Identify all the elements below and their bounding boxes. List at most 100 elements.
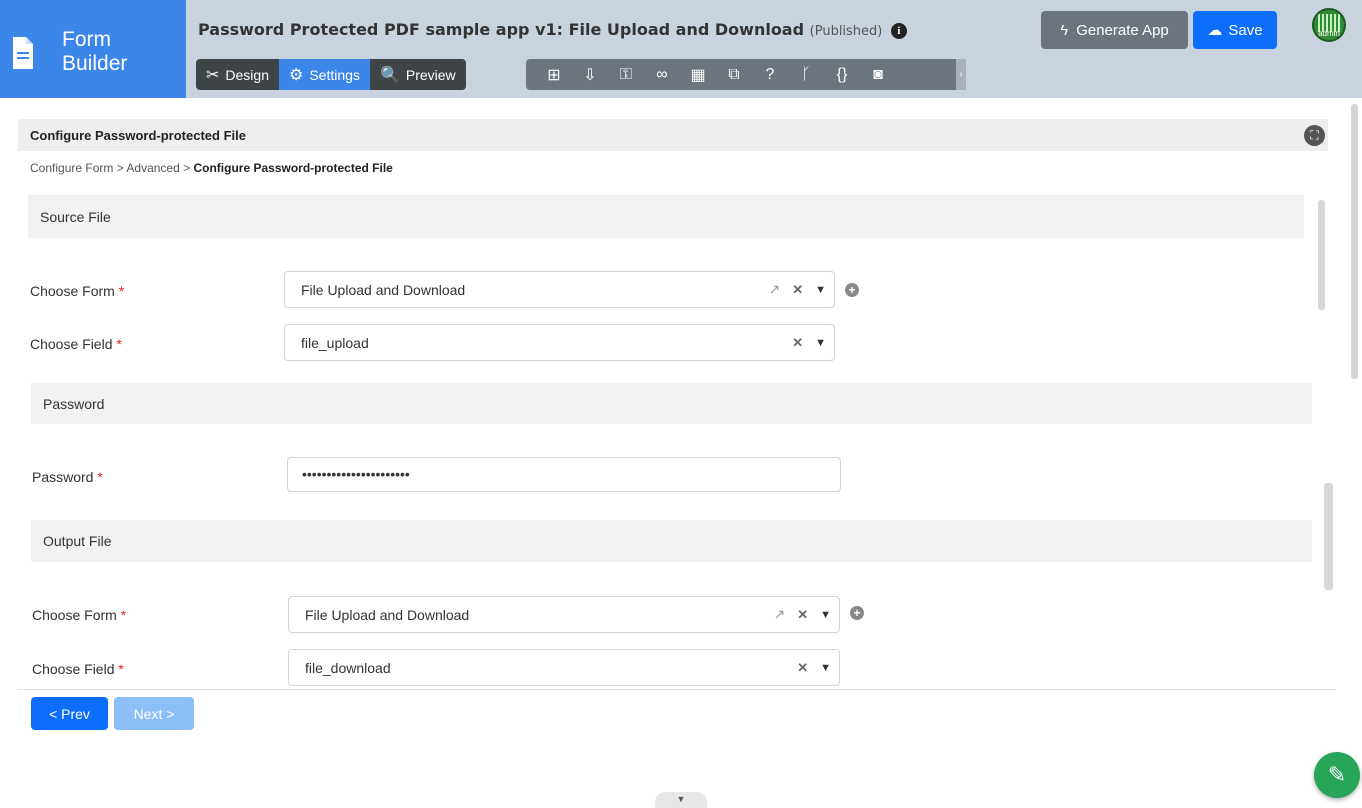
cloud-upload-icon: ☁ (1207, 22, 1223, 39)
breadcrumb-current: Configure Password-protected File (193, 161, 393, 175)
section-output-file: Output File (31, 520, 1312, 562)
add-form-icon[interactable]: + (850, 606, 864, 620)
output-form-select[interactable]: File Upload and Download ↗ ✕ ▼ (288, 596, 840, 633)
password-input[interactable]: •••••••••••••••••••••• (287, 457, 841, 492)
form-builder-logo[interactable]: Form Builder (0, 0, 186, 98)
publish-status: (Published) (809, 24, 883, 39)
output-form-label-text: Choose Form (32, 607, 117, 623)
generate-app-button[interactable]: ϟ Generate App (1041, 11, 1188, 49)
required-mark: * (118, 283, 125, 299)
table-icon[interactable]: ▦ (680, 65, 716, 85)
page-scrollbar[interactable] (1351, 104, 1358, 379)
toolbar-scroll-right[interactable]: › (956, 59, 966, 90)
help-icon[interactable]: ? (752, 66, 788, 84)
avatar-label: admin (1318, 29, 1340, 38)
clear-icon[interactable]: ✕ (792, 335, 803, 351)
source-field-select[interactable]: file_upload ✕ ▼ (284, 324, 835, 361)
section-password: Password (31, 383, 1312, 424)
output-field-value: file_download (305, 659, 391, 676)
expand-icon[interactable]: ⛶ (1304, 125, 1325, 146)
collapse-panel-tab[interactable]: ▼ (655, 792, 707, 808)
output-form-value: File Upload and Download (305, 606, 470, 623)
section-source-file-title: Source File (40, 208, 111, 225)
translate-icon[interactable]: ⧉ (716, 66, 752, 84)
app-title: Password Protected PDF sample app v1: Fi… (198, 20, 907, 39)
clear-icon[interactable]: ✕ (797, 660, 808, 676)
tab-settings-label: Settings (309, 66, 360, 83)
output-field-label: Choose Field * (32, 661, 124, 677)
save-button[interactable]: ☁ Save (1193, 11, 1277, 49)
output-field-label-text: Choose Field (32, 661, 115, 677)
add-form-icon[interactable]: + (845, 283, 859, 297)
source-form-value: File Upload and Download (301, 281, 466, 298)
tab-preview[interactable]: 🔍 Preview (369, 59, 466, 90)
prev-button[interactable]: < Prev (31, 697, 108, 730)
save-label: Save (1228, 21, 1263, 39)
preview-icon: 🔍 (379, 66, 400, 84)
app-header: Form Builder Password Protected PDF samp… (0, 0, 1362, 98)
settings-toolbar: ⊞ ⇩ ⚿ ∞ ▦ ⧉ ? ᚴ {} ◙ (526, 59, 956, 90)
source-field-value: file_upload (301, 334, 369, 351)
panel-header: Configure Password-protected File ⛶ (18, 119, 1328, 151)
output-field-select[interactable]: file_download ✕ ▼ (288, 649, 840, 686)
code-icon[interactable]: {} (824, 66, 860, 84)
section-source-file: Source File (28, 195, 1304, 238)
section-password-title: Password (43, 395, 105, 412)
source-field-label-text: Choose Field (30, 336, 113, 352)
caret-down-icon: ▼ (676, 794, 686, 804)
required-mark: * (97, 469, 103, 485)
mode-switcher: ✂ Design ⚙ Settings 🔍 Preview (196, 59, 466, 90)
avatar[interactable]: admin (1312, 8, 1346, 42)
required-mark: * (120, 607, 127, 623)
section-output-file-title: Output File (43, 533, 112, 549)
breadcrumb: Configure Form > Advanced > Configure Pa… (30, 161, 393, 175)
pencil-icon: ✎ (1327, 762, 1347, 787)
breadcrumb-separator: > (183, 161, 191, 175)
chevron-down-icon[interactable]: ▼ (820, 662, 831, 674)
breadcrumb-separator: > (116, 161, 124, 175)
chevron-down-icon[interactable]: ▼ (815, 337, 826, 349)
source-form-label: Choose Form * (30, 283, 124, 299)
camera-icon[interactable]: ◙ (860, 66, 896, 84)
password-label: Password * (32, 469, 103, 485)
glasses-icon[interactable]: ∞ (644, 66, 680, 84)
panel-title: Configure Password-protected File (30, 128, 246, 143)
output-form-label: Choose Form * (32, 607, 126, 623)
logo-line-1: Form (62, 28, 111, 51)
external-link-icon[interactable]: ↗ (773, 606, 785, 623)
output-scrollbar[interactable] (1324, 483, 1333, 590)
breadcrumb-advanced[interactable]: Advanced (126, 161, 179, 175)
app-title-text: Password Protected PDF sample app v1: Fi… (198, 20, 805, 39)
branch-icon[interactable]: ᚴ (788, 66, 824, 84)
tab-preview-label: Preview (405, 66, 456, 83)
source-scrollbar[interactable] (1318, 200, 1325, 310)
external-link-icon[interactable]: ↗ (768, 281, 780, 298)
password-label-text: Password (32, 469, 94, 485)
tab-settings[interactable]: ⚙ Settings (279, 59, 370, 90)
required-mark: * (118, 661, 124, 677)
tab-design[interactable]: ✂ Design (196, 59, 279, 90)
lock-icon[interactable]: ⚿ (608, 66, 644, 84)
source-field-label: Choose Field * (30, 336, 122, 352)
clear-icon[interactable]: ✕ (792, 282, 803, 298)
gear-icon: ⚙ (289, 66, 304, 84)
required-mark: * (116, 336, 122, 352)
edit-fab-button[interactable]: ✎ (1314, 752, 1360, 798)
document-icon (13, 37, 33, 69)
clear-icon[interactable]: ✕ (797, 607, 808, 623)
tab-design-label: Design (225, 66, 269, 83)
chevron-down-icon[interactable]: ▼ (820, 609, 831, 621)
info-icon[interactable]: i (890, 23, 907, 39)
source-form-select[interactable]: File Upload and Download ↗ ✕ ▼ (284, 271, 835, 308)
import-icon[interactable]: ⇩ (572, 65, 608, 85)
source-form-label-text: Choose Form (30, 283, 115, 299)
breadcrumb-configure-form[interactable]: Configure Form (30, 161, 113, 175)
footer-divider (18, 689, 1336, 690)
chevron-down-icon[interactable]: ▼ (815, 284, 826, 296)
bolt-icon: ϟ (1060, 21, 1069, 39)
generate-app-label: Generate App (1076, 21, 1169, 39)
tools-icon: ✂ (206, 66, 220, 84)
sitemap-icon[interactable]: ⊞ (536, 65, 572, 85)
logo-line-2: Builder (62, 52, 128, 75)
next-button[interactable]: Next > (114, 697, 194, 730)
